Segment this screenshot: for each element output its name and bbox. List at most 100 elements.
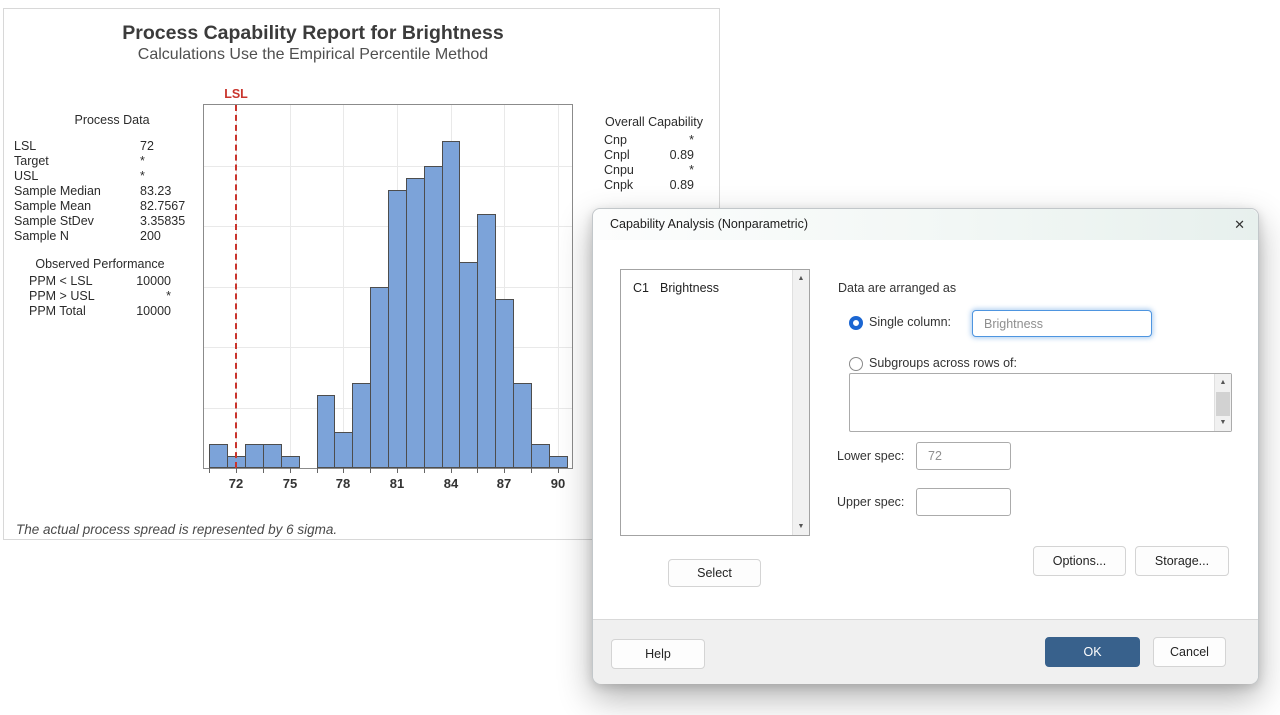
options-button[interactable]: Options... bbox=[1033, 546, 1126, 576]
histogram-bar bbox=[495, 299, 514, 468]
x-axis-tick bbox=[477, 468, 478, 473]
stat-row: PPM Total10000 bbox=[29, 304, 171, 319]
x-axis-tick bbox=[451, 468, 452, 473]
scroll-up-icon[interactable]: ▲ bbox=[1215, 374, 1231, 391]
x-axis-tick bbox=[263, 468, 264, 473]
subgroups-textarea[interactable]: ▲ ▼ bbox=[849, 373, 1232, 432]
scroll-up-icon[interactable]: ▲ bbox=[793, 270, 809, 287]
lsl-label: LSL bbox=[219, 87, 253, 101]
x-gridline bbox=[343, 105, 344, 468]
histogram-bar bbox=[459, 262, 478, 468]
observed-performance-rows: PPM < LSL10000PPM > USL*PPM Total10000 bbox=[29, 274, 171, 319]
x-axis-tick-label: 90 bbox=[542, 476, 574, 491]
single-column-input[interactable] bbox=[972, 310, 1152, 337]
storage-button[interactable]: Storage... bbox=[1135, 546, 1229, 576]
stat-row: Sample Mean82.7567 bbox=[14, 199, 210, 214]
histogram-bar bbox=[352, 383, 371, 468]
subgroups-label: Subgroups across rows of: bbox=[869, 356, 1017, 371]
close-icon[interactable]: ✕ bbox=[1234, 209, 1245, 240]
stat-row: USL* bbox=[14, 169, 210, 184]
histogram-bar bbox=[513, 383, 532, 468]
data-arranged-label: Data are arranged as bbox=[838, 281, 956, 296]
scroll-down-icon[interactable]: ▼ bbox=[793, 518, 809, 535]
histogram-bar bbox=[388, 190, 407, 468]
subgroups-radio[interactable] bbox=[849, 357, 863, 371]
x-axis-tick bbox=[504, 468, 505, 473]
x-axis-tick bbox=[424, 468, 425, 473]
histogram-bar bbox=[245, 444, 264, 468]
x-axis-tick-label: 81 bbox=[381, 476, 413, 491]
x-axis-tick-label: 87 bbox=[488, 476, 520, 491]
stat-row: Target* bbox=[14, 154, 210, 169]
histogram-bar bbox=[263, 444, 282, 468]
histogram-bar bbox=[442, 141, 460, 468]
process-data-title: Process Data bbox=[14, 113, 210, 128]
lower-spec-input[interactable] bbox=[916, 442, 1011, 470]
x-axis-tick bbox=[317, 468, 318, 473]
stat-row: Sample Median83.23 bbox=[14, 184, 210, 199]
x-axis-tick bbox=[343, 468, 344, 473]
upper-spec-label: Upper spec: bbox=[837, 495, 904, 510]
columns-listbox[interactable]: C1Brightness ▲ ▼ bbox=[620, 269, 810, 536]
stat-row: Sample StDev3.35835 bbox=[14, 214, 210, 229]
x-axis-tick bbox=[531, 468, 532, 473]
y-gridline bbox=[204, 166, 572, 167]
report-subtitle: Calculations Use the Empirical Percentil… bbox=[4, 45, 622, 65]
lsl-line bbox=[235, 105, 237, 468]
x-axis-tick-label: 72 bbox=[220, 476, 252, 491]
histogram-bar bbox=[477, 214, 496, 468]
column-list-item[interactable]: C1Brightness bbox=[621, 270, 809, 298]
x-axis-tick bbox=[397, 468, 398, 473]
stat-row: LSL72 bbox=[14, 139, 210, 154]
scroll-down-icon[interactable]: ▼ bbox=[1215, 414, 1231, 431]
ok-button[interactable]: OK bbox=[1045, 637, 1140, 667]
single-column-radio[interactable] bbox=[849, 316, 863, 330]
dialog-title: Capability Analysis (Nonparametric) bbox=[610, 209, 808, 240]
stat-row: PPM > USL* bbox=[29, 289, 171, 304]
stat-row: Cnpk0.89 bbox=[597, 178, 711, 193]
columns-list: C1Brightness bbox=[621, 270, 809, 298]
stat-row: Sample N200 bbox=[14, 229, 210, 244]
histogram-bar bbox=[209, 444, 228, 468]
process-data-panel: Process Data LSL72Target*USL*Sample Medi… bbox=[14, 113, 210, 244]
observed-performance-title: Observed Performance bbox=[29, 257, 171, 272]
stat-row: Cnpl0.89 bbox=[597, 148, 711, 163]
lower-spec-label: Lower spec: bbox=[837, 449, 904, 464]
dialog-titlebar[interactable]: Capability Analysis (Nonparametric) ✕ bbox=[593, 209, 1258, 240]
observed-performance-panel: Observed Performance PPM < LSL10000PPM >… bbox=[29, 257, 171, 319]
process-data-rows: LSL72Target*USL*Sample Median83.23Sample… bbox=[14, 139, 210, 244]
histogram-bar bbox=[406, 178, 425, 468]
histogram-bar bbox=[370, 287, 389, 468]
report-footnote: The actual process spread is represented… bbox=[16, 522, 337, 537]
histogram-bar bbox=[281, 456, 300, 468]
x-axis-tick bbox=[290, 468, 291, 473]
x-axis-tick-label: 84 bbox=[435, 476, 467, 491]
report-title: Process Capability Report for Brightness bbox=[4, 21, 622, 45]
x-axis-tick bbox=[370, 468, 371, 473]
dialog-footer: Help OK Cancel bbox=[593, 619, 1258, 684]
x-axis-tick bbox=[209, 468, 210, 473]
stat-row: PPM < LSL10000 bbox=[29, 274, 171, 289]
x-axis-tick-label: 75 bbox=[274, 476, 306, 491]
overall-capability-title: Overall Capability bbox=[597, 115, 711, 130]
scrollbar-thumb[interactable] bbox=[1216, 392, 1230, 416]
cancel-button[interactable]: Cancel bbox=[1153, 637, 1226, 667]
select-button[interactable]: Select bbox=[668, 559, 761, 587]
x-axis-tick-label: 78 bbox=[327, 476, 359, 491]
histogram-bar bbox=[334, 432, 353, 468]
x-gridline bbox=[558, 105, 559, 468]
histogram-bar bbox=[317, 395, 335, 468]
screen: Process Capability Report for Brightness… bbox=[0, 0, 1280, 715]
upper-spec-input[interactable] bbox=[916, 488, 1011, 516]
single-column-label: Single column: bbox=[869, 315, 951, 330]
x-axis-tick bbox=[558, 468, 559, 473]
stat-row: Cnpu* bbox=[597, 163, 711, 178]
histogram-bar bbox=[531, 444, 550, 468]
x-gridline bbox=[290, 105, 291, 468]
overall-capability-rows: Cnp*Cnpl0.89Cnpu*Cnpk0.89 bbox=[597, 133, 711, 193]
histogram-plot: LSL72757881848790 bbox=[203, 104, 573, 469]
help-button[interactable]: Help bbox=[611, 639, 705, 669]
textarea-scrollbar[interactable]: ▲ ▼ bbox=[1214, 374, 1231, 431]
listbox-scrollbar[interactable]: ▲ ▼ bbox=[792, 270, 809, 535]
histogram-bar bbox=[424, 166, 443, 468]
